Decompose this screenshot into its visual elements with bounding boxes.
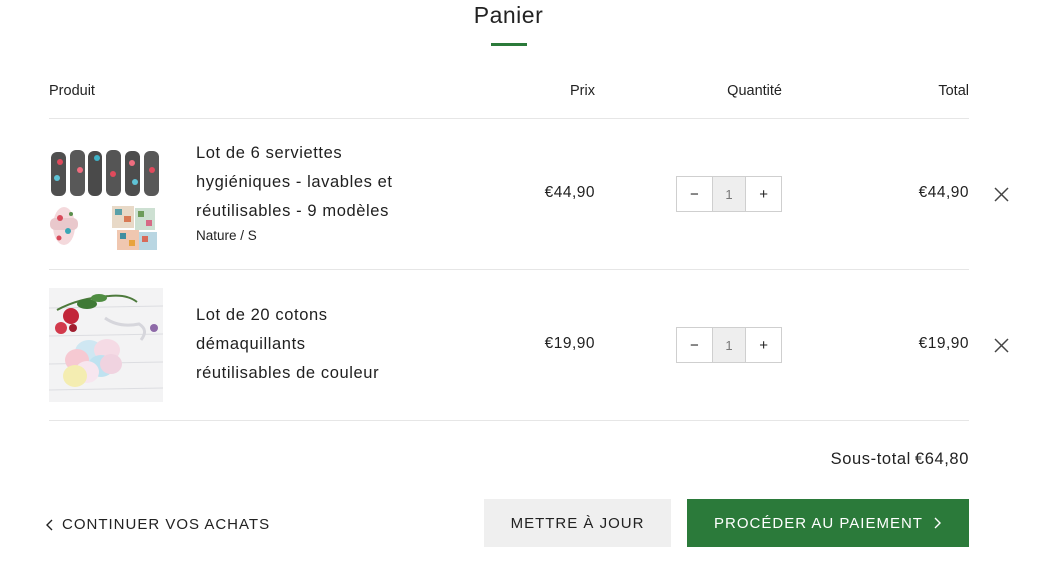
product-name-line: réutilisables - 9 modèles bbox=[196, 202, 389, 220]
unit-price: €19,90 bbox=[544, 335, 595, 352]
product-name-line: démaquillants bbox=[196, 335, 306, 353]
chevron-right-icon bbox=[934, 517, 941, 529]
update-cart-label: METTRE À JOUR bbox=[510, 514, 645, 532]
quantity-stepper: − 1 + bbox=[676, 176, 782, 212]
cart-row: Lot de 20 cotons démaquillants réutilisa… bbox=[0, 270, 1044, 421]
line-total: €44,90 bbox=[918, 184, 969, 201]
subtotal-value: €64,80 bbox=[914, 450, 969, 468]
product-variant: Nature / S bbox=[196, 228, 257, 243]
increase-quantity-button[interactable]: + bbox=[746, 177, 781, 211]
subtotal: Sous-total €64,80 bbox=[700, 450, 969, 469]
product-name[interactable]: Lot de 20 cotons démaquillants réutilisa… bbox=[196, 301, 426, 388]
product-image-cotton-rounds[interactable] bbox=[49, 288, 163, 402]
remove-item-button[interactable] bbox=[993, 186, 1010, 203]
product-name[interactable]: Lot de 6 serviettes hygiéniques - lavabl… bbox=[196, 139, 426, 226]
divider-row-2 bbox=[49, 420, 969, 421]
header-price: Prix bbox=[570, 83, 595, 99]
decrease-quantity-button[interactable]: − bbox=[677, 328, 712, 362]
product-name-line: réutilisables de couleur bbox=[196, 364, 380, 382]
continue-shopping-link[interactable]: CONTINUER VOS ACHATS bbox=[45, 516, 270, 533]
page-title: Panier bbox=[473, 2, 544, 28]
header-total: Total bbox=[938, 83, 969, 99]
header-quantity: Quantité bbox=[727, 83, 782, 99]
header-product: Produit bbox=[49, 83, 95, 99]
quantity-value[interactable]: 1 bbox=[711, 328, 747, 362]
product-name-line: hygiéniques - lavables et bbox=[196, 173, 393, 191]
product-image-cloth-pads[interactable] bbox=[49, 148, 163, 262]
title-underline bbox=[491, 43, 527, 46]
remove-item-button[interactable] bbox=[993, 337, 1010, 354]
update-cart-button[interactable]: METTRE À JOUR bbox=[484, 499, 671, 547]
decrease-quantity-button[interactable]: − bbox=[677, 177, 712, 211]
chevron-left-icon bbox=[46, 519, 53, 530]
close-icon bbox=[994, 338, 1009, 353]
increase-quantity-button[interactable]: + bbox=[746, 328, 781, 362]
cart-row: Lot de 6 serviettes hygiéniques - lavabl… bbox=[0, 119, 1044, 270]
product-name-line: Lot de 20 cotons bbox=[196, 306, 328, 324]
close-icon bbox=[994, 187, 1009, 202]
continue-shopping-label: CONTINUER VOS ACHATS bbox=[62, 516, 271, 533]
unit-price: €44,90 bbox=[544, 184, 595, 201]
checkout-label: PROCÉDER AU PAIEMENT bbox=[714, 514, 923, 532]
quantity-value[interactable]: 1 bbox=[711, 177, 747, 211]
line-total: €19,90 bbox=[918, 335, 969, 352]
checkout-button[interactable]: PROCÉDER AU PAIEMENT bbox=[687, 499, 969, 547]
product-name-line: Lot de 6 serviettes bbox=[196, 144, 343, 162]
quantity-stepper: − 1 + bbox=[676, 327, 782, 363]
subtotal-label: Sous-total bbox=[830, 450, 911, 468]
